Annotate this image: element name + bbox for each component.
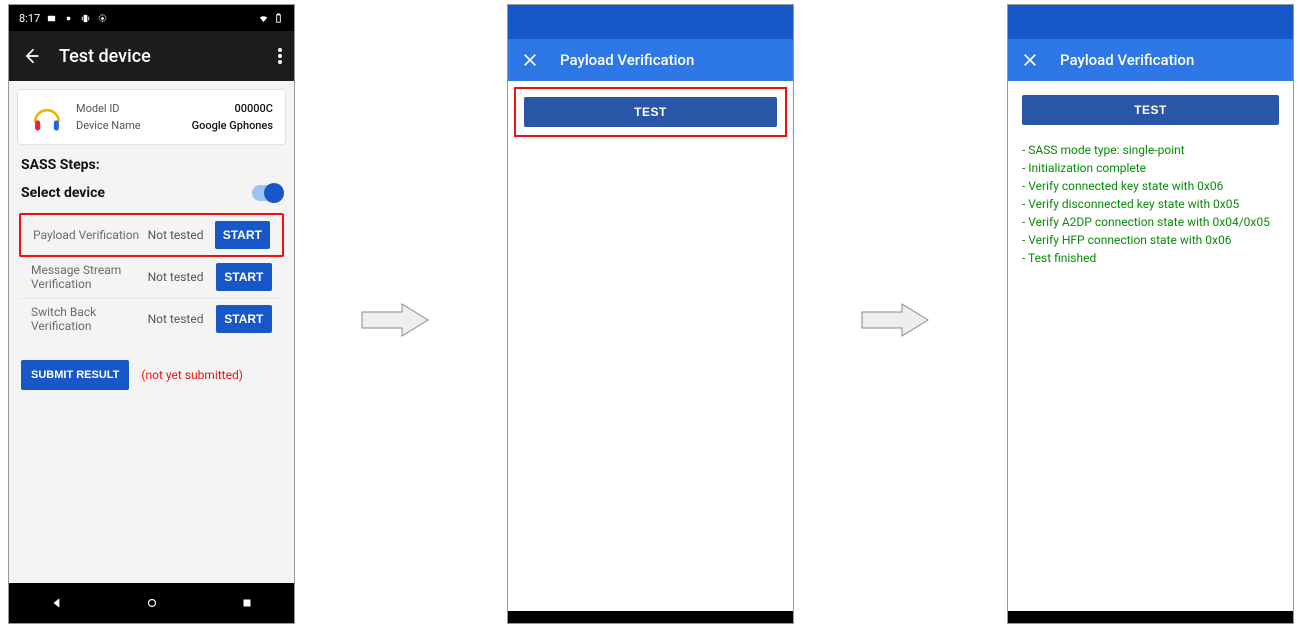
start-button-payload[interactable]: START: [215, 221, 270, 249]
result-line: - Test finished: [1022, 249, 1279, 267]
device-name-value: Google Gphones: [192, 119, 273, 132]
test-results: - SASS mode type: single-point - Initial…: [1022, 141, 1279, 267]
submit-row: SUBMIT RESULT (not yet submitted): [9, 342, 294, 408]
result-line: - Initialization complete: [1022, 159, 1279, 177]
nav-back-icon[interactable]: [50, 596, 64, 610]
phone-screen-3: Payload Verification TEST - SASS mode ty…: [1007, 4, 1294, 624]
dialog-header: Payload Verification: [508, 39, 793, 81]
status-bar: 8:17: [9, 5, 294, 31]
phone-screen-2: Payload Verification TEST: [507, 4, 794, 624]
result-line: - SASS mode type: single-point: [1022, 141, 1279, 159]
step-row-message-stream: Message Stream Verification Not tested S…: [19, 257, 284, 299]
test-button[interactable]: TEST: [1022, 95, 1279, 125]
select-device-label: Select device: [21, 185, 105, 201]
result-line: - Verify connected key state with 0x06: [1022, 177, 1279, 195]
device-name-label: Device Name: [76, 119, 141, 132]
step-row-payload: Payload Verification Not tested START: [19, 213, 284, 257]
bottom-bar: [508, 611, 793, 623]
dialog-header: Payload Verification: [1008, 39, 1293, 81]
device-card: Model ID 00000C Device Name Google Gphon…: [17, 89, 286, 145]
more-menu-icon[interactable]: [278, 48, 282, 64]
top-banner: [508, 5, 793, 39]
result-line: - Verify A2DP connection state with 0x04…: [1022, 213, 1279, 231]
step-status: Not tested: [148, 228, 215, 242]
step-status: Not tested: [148, 270, 216, 284]
status-time: 8:17: [19, 12, 40, 25]
gear-icon: [97, 13, 108, 24]
step-name: Switch Back Verification: [31, 305, 148, 334]
result-line: - Verify HFP connection state with 0x06: [1022, 231, 1279, 249]
step-status: Not tested: [148, 312, 216, 326]
step-name: Message Stream Verification: [31, 263, 148, 292]
dialog-body: TEST - SASS mode type: single-point - In…: [1008, 81, 1293, 611]
dialog-body: TEST: [508, 81, 793, 611]
start-button-message-stream[interactable]: START: [216, 263, 272, 291]
phone-screen-1: 8:17 Test device: [8, 4, 295, 624]
dialog-title: Payload Verification: [560, 51, 694, 69]
test-button[interactable]: TEST: [524, 97, 777, 127]
wifi-icon: [258, 13, 269, 24]
title-bar: Test device: [9, 31, 294, 81]
dot-icon: [63, 13, 74, 24]
top-banner: [1008, 5, 1293, 39]
step-name: Payload Verification: [33, 228, 148, 242]
start-button-switch-back[interactable]: START: [216, 305, 272, 333]
back-arrow-icon[interactable]: [21, 46, 41, 66]
card-icon: [46, 13, 57, 24]
step-row-switch-back: Switch Back Verification Not tested STAR…: [19, 299, 284, 340]
headphones-icon: [30, 100, 64, 134]
nav-recent-icon[interactable]: [240, 596, 254, 610]
flow-arrow-icon: [360, 302, 430, 338]
submit-status: (not yet submitted): [141, 368, 243, 382]
result-line: - Verify disconnected key state with 0x0…: [1022, 195, 1279, 213]
dialog-title: Payload Verification: [1060, 51, 1194, 69]
model-id-value: 00000C: [235, 102, 273, 115]
close-icon[interactable]: [1022, 52, 1038, 68]
flow-arrow-icon: [860, 302, 930, 338]
battery-icon: [273, 13, 284, 24]
nav-home-icon[interactable]: [145, 596, 159, 610]
page-title: Test device: [59, 46, 278, 67]
close-icon[interactable]: [522, 52, 538, 68]
select-device-toggle[interactable]: [252, 185, 282, 201]
submit-result-button[interactable]: SUBMIT RESULT: [21, 360, 129, 390]
vibrate-icon: [80, 13, 91, 24]
sass-steps-heading: SASS Steps:: [9, 151, 294, 179]
test-button-highlight: TEST: [514, 87, 787, 137]
bottom-bar: [1008, 611, 1293, 623]
android-nav-bar: [9, 583, 294, 623]
model-id-label: Model ID: [76, 102, 120, 115]
